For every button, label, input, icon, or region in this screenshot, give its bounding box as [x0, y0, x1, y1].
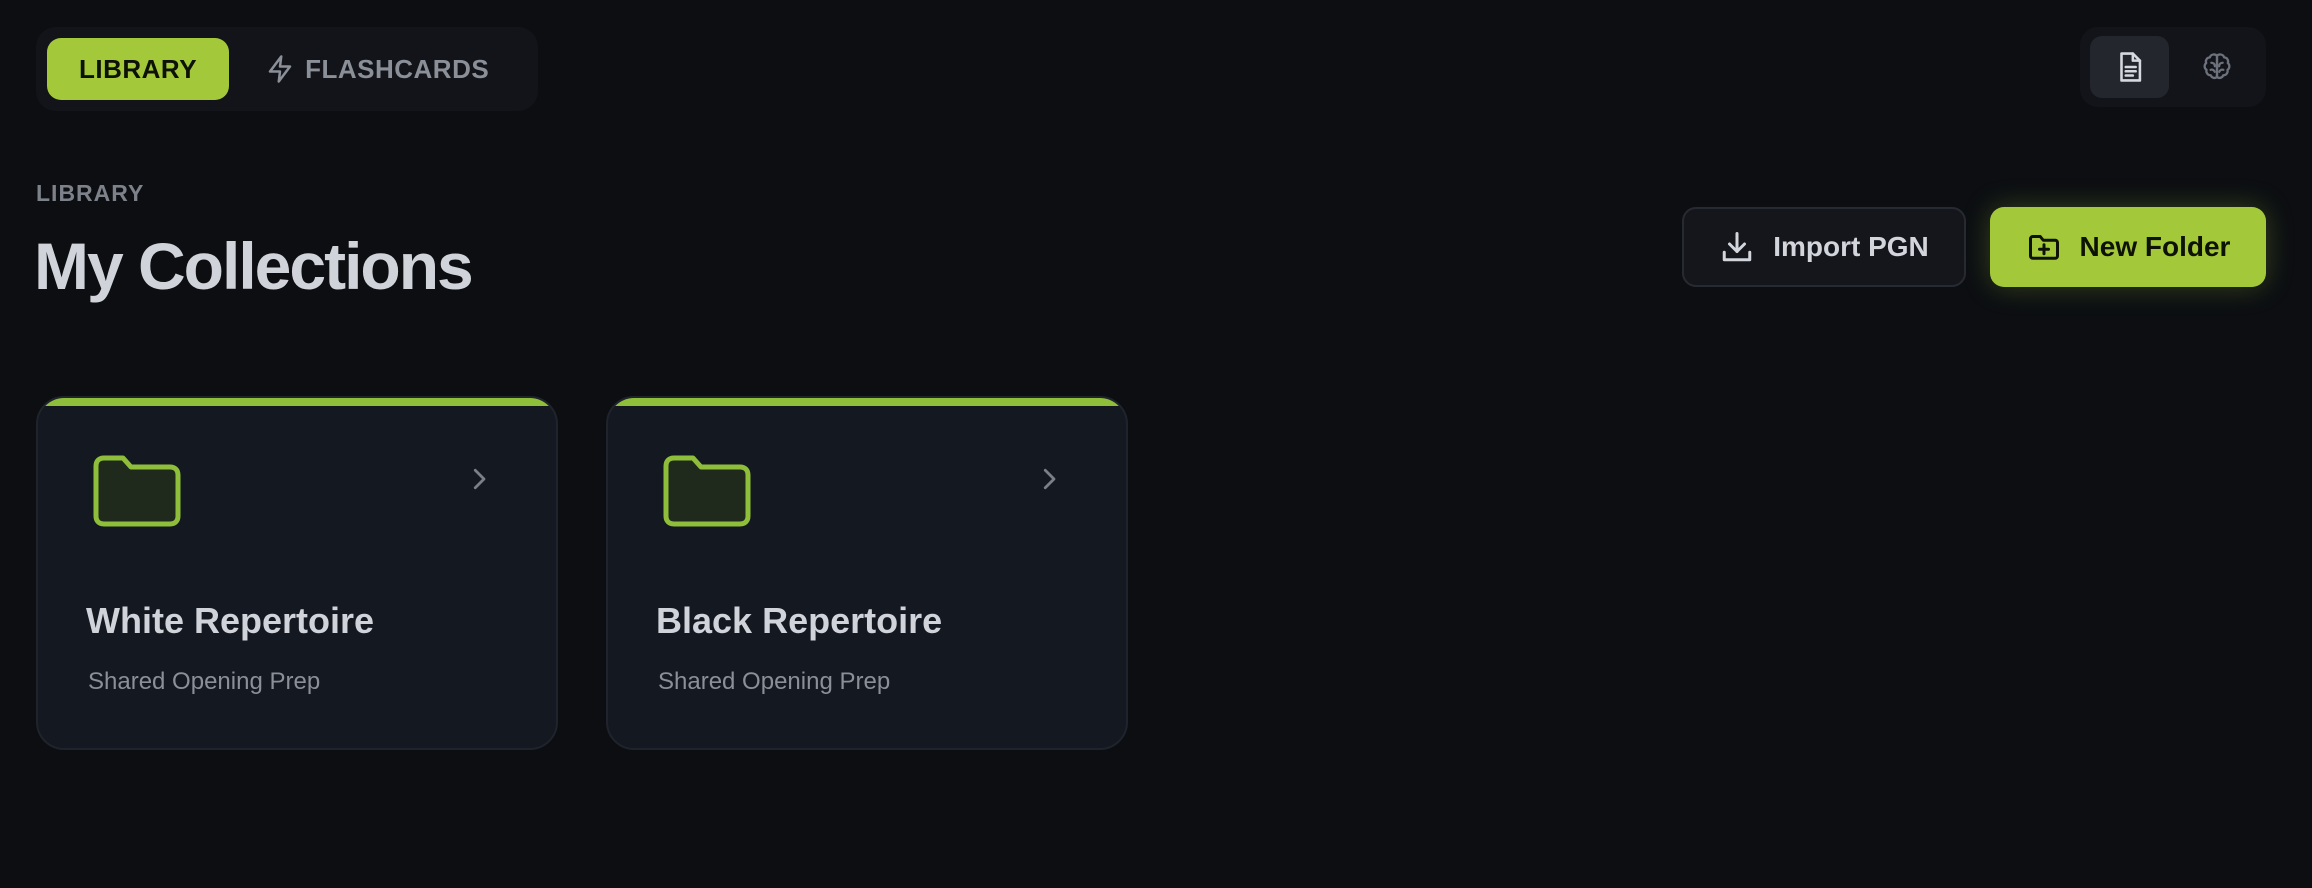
tab-library-label: LIBRARY	[79, 53, 198, 84]
page-eyebrow: LIBRARY	[36, 180, 145, 206]
tab-flashcards-label: FLASHCARDS	[305, 53, 490, 84]
folder-icon	[93, 455, 181, 527]
collection-subtitle: Shared Opening Prep	[88, 668, 321, 695]
page-title: My Collections	[34, 229, 474, 303]
collection-card[interactable]: White Repertoire Shared Opening Prep	[36, 396, 558, 750]
folder-plus-icon	[2028, 235, 2059, 260]
collection-subtitle: Shared Opening Prep	[658, 668, 891, 695]
tab-flashcards[interactable]: FLASHCARDS	[241, 38, 513, 100]
new-folder-label: New Folder	[2079, 231, 2231, 262]
view-switch	[2080, 27, 2266, 107]
new-folder-button[interactable]: New Folder	[1990, 207, 2266, 287]
folder-icon	[663, 455, 751, 527]
download-icon	[1722, 232, 1752, 262]
import-pgn-label: Import PGN	[1773, 231, 1929, 262]
tab-library[interactable]: LIBRARY	[47, 38, 230, 100]
lightning-icon	[268, 55, 292, 83]
document-view-button[interactable]	[2090, 36, 2169, 98]
brain-icon	[2202, 53, 2231, 80]
document-icon	[2119, 52, 2141, 82]
chevron-right-icon	[1043, 468, 1056, 490]
import-pgn-button[interactable]: Import PGN	[1682, 207, 1966, 287]
collection-title: Black Repertoire	[656, 600, 943, 641]
collection-title: White Repertoire	[86, 600, 375, 641]
main-nav: LIBRARY FLASHCARDS	[36, 27, 538, 111]
brain-view-button[interactable]	[2177, 36, 2256, 98]
chevron-right-icon	[473, 468, 486, 490]
collection-card[interactable]: Black Repertoire Shared Opening Prep	[606, 396, 1128, 750]
